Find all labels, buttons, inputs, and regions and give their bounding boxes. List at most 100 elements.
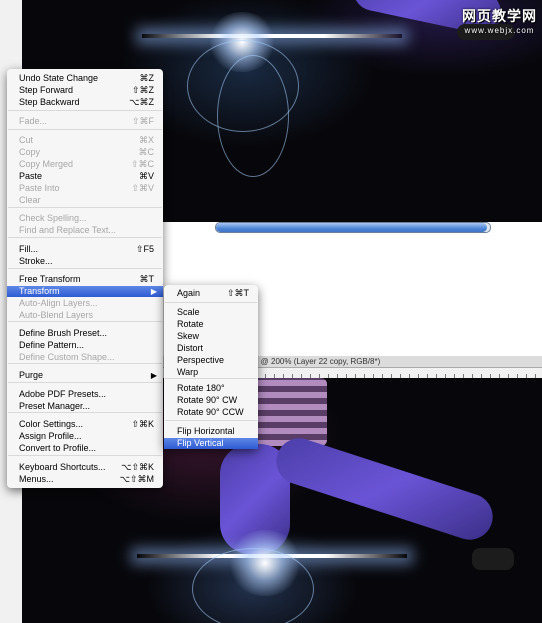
document-title: d @ 200% (Layer 22 copy, RGB/8*) <box>254 357 381 366</box>
menu-item-shortcut: ⇧⌘Z <box>131 85 154 95</box>
progress-bar <box>215 222 491 233</box>
menu-item-label: Define Pattern... <box>19 340 85 350</box>
menu-item-convert-to-profile[interactable]: Convert to Profile... <box>7 443 163 454</box>
menu-item-label: Adobe PDF Presets... <box>19 389 107 399</box>
menu-item-again[interactable]: Again ⇧⌘T <box>164 288 258 299</box>
menu-item-keyboard-shortcuts[interactable]: Keyboard Shortcuts... ⌥⇧⌘K <box>7 462 163 473</box>
menu-item-shortcut: ⇧F5 <box>135 244 154 254</box>
menu-item-label: Scale <box>177 307 200 317</box>
menu-item-fill[interactable]: Fill... ⇧F5 <box>7 244 163 255</box>
menu-item-label: Step Backward <box>19 97 80 107</box>
menu-separator <box>8 321 162 322</box>
menu-item-label: Define Brush Preset... <box>19 328 108 338</box>
menu-item-auto-blend-layers: Auto-Blend Layers <box>7 310 163 321</box>
figure-jeans-leg <box>270 432 499 546</box>
menu-item-rotate[interactable]: Rotate <box>164 319 258 330</box>
menu-item-label: Copy Merged <box>19 159 74 169</box>
menu-item-menus[interactable]: Menus... ⌥⇧⌘M <box>7 474 163 485</box>
light-arc <box>192 548 314 623</box>
menu-item-color-settings[interactable]: Color Settings... ⇧⌘K <box>7 419 163 430</box>
submenu-arrow-icon: ▶ <box>150 287 157 296</box>
menu-item-label: Skew <box>177 331 200 341</box>
menu-item-label: Auto-Align Layers... <box>19 298 98 308</box>
menu-item-undo-state-change[interactable]: Undo State Change ⌘Z <box>7 73 163 84</box>
menu-item-shortcut: ⌘T <box>139 274 155 284</box>
menu-item-fade: Fade... ⇧⌘F <box>7 116 163 127</box>
menu-item-flip-vertical[interactable]: Flip Vertical <box>164 438 258 449</box>
menu-item-find-and-replace-text: Find and Replace Text... <box>7 225 163 236</box>
menu-item-shortcut: ⌘V <box>138 171 154 181</box>
menu-item-shortcut: ⌘Z <box>139 73 155 83</box>
menu-separator <box>8 363 162 364</box>
light-arc <box>217 55 289 177</box>
menu-item-label: Menus... <box>19 474 54 484</box>
menu-item-label: Auto-Blend Layers <box>19 310 94 320</box>
menu-item-shortcut: ⌥⌘Z <box>129 97 154 107</box>
menu-item-label: Step Forward <box>19 85 74 95</box>
menu-item-free-transform[interactable]: Free Transform ⌘T <box>7 274 163 285</box>
menu-item-copy-merged: Copy Merged ⇧⌘C <box>7 159 163 170</box>
menu-item-preset-manager[interactable]: Preset Manager... <box>7 401 163 412</box>
menu-item-define-pattern[interactable]: Define Pattern... <box>7 340 163 351</box>
menu-item-label: Check Spelling... <box>19 213 87 223</box>
menu-item-shortcut: ⇧⌘T <box>226 288 249 298</box>
menu-item-step-forward[interactable]: Step Forward ⇧⌘Z <box>7 85 163 96</box>
menu-item-label: Undo State Change <box>19 73 99 83</box>
menu-item-assign-profile[interactable]: Assign Profile... <box>7 431 163 442</box>
menu-item-rotate-90-ccw[interactable]: Rotate 90° CCW <box>164 407 258 418</box>
edit-menu: Undo State Change ⌘Z Step Forward ⇧⌘Z Step B… <box>7 69 163 488</box>
menu-item-shortcut: ⌥⇧⌘M <box>119 474 154 484</box>
menu-item-label: Color Settings... <box>19 419 84 429</box>
menu-item-paste-into: Paste Into ⇧⌘V <box>7 183 163 194</box>
menu-item-label: Convert to Profile... <box>19 443 97 453</box>
menu-item-distort[interactable]: Distort <box>164 343 258 354</box>
menu-separator <box>8 268 162 269</box>
watermark: 网页教学网 www.webjx.com <box>462 6 537 35</box>
menu-separator <box>8 129 162 130</box>
menu-item-label: Assign Profile... <box>19 431 82 441</box>
menu-item-stroke[interactable]: Stroke... <box>7 256 163 267</box>
menu-item-label: Free Transform <box>19 274 81 284</box>
menu-item-scale[interactable]: Scale <box>164 307 258 318</box>
menu-item-label: Rotate 90° CCW <box>177 407 244 417</box>
watermark-title: 网页教学网 <box>462 8 537 24</box>
menu-item-transform[interactable]: Transform ▶ <box>7 286 163 297</box>
menu-separator <box>165 302 257 303</box>
menu-item-skew[interactable]: Skew <box>164 331 258 342</box>
menu-item-check-spelling: Check Spelling... <box>7 213 163 224</box>
menu-separator <box>8 455 162 456</box>
menu-separator <box>8 207 162 208</box>
menu-item-label: Clear <box>19 195 41 205</box>
menu-item-shortcut: ⌥⇧⌘K <box>121 462 154 472</box>
menu-item-rotate-180[interactable]: Rotate 180° <box>164 383 258 394</box>
menu-item-label: Again <box>177 288 201 298</box>
menu-item-adobe-pdf-presets[interactable]: Adobe PDF Presets... <box>7 389 163 400</box>
menu-item-define-brush-preset[interactable]: Define Brush Preset... <box>7 328 163 339</box>
transform-submenu: Again ⇧⌘T Scale Rotate Skew Distort Perspectiv… <box>164 285 258 449</box>
menu-item-label: Distort <box>177 343 204 353</box>
menu-item-label: Purge <box>19 370 44 380</box>
menu-item-label: Rotate <box>177 319 204 329</box>
menu-item-flip-horizontal[interactable]: Flip Horizontal <box>164 426 258 437</box>
menu-item-copy: Copy ⌘C <box>7 147 163 158</box>
menu-separator <box>8 412 162 413</box>
menu-item-purge[interactable]: Purge ▶ <box>7 370 163 381</box>
menu-item-label: Fill... <box>19 244 38 254</box>
submenu-arrow-icon: ▶ <box>150 371 157 380</box>
menu-item-label: Cut <box>19 135 34 145</box>
menu-item-rotate-90-cw[interactable]: Rotate 90° CW <box>164 395 258 406</box>
menu-item-perspective[interactable]: Perspective <box>164 355 258 366</box>
menu-item-warp[interactable]: Warp <box>164 367 258 378</box>
menu-item-paste[interactable]: Paste ⌘V <box>7 171 163 182</box>
menu-item-clear: Clear <box>7 195 163 206</box>
menu-separator <box>165 378 257 379</box>
menu-item-label: Define Custom Shape... <box>19 352 115 362</box>
menu-item-label: Transform <box>19 286 60 296</box>
menu-item-shortcut: ⇧⌘K <box>131 419 154 429</box>
menu-item-step-backward[interactable]: Step Backward ⌥⌘Z <box>7 97 163 108</box>
menu-item-label: Keyboard Shortcuts... <box>19 462 106 472</box>
menu-item-label: Find and Replace Text... <box>19 225 116 235</box>
menu-item-label: Rotate 180° <box>177 383 225 393</box>
menu-item-shortcut: ⌘X <box>138 135 154 145</box>
watermark-url: www.webjx.com <box>464 26 535 35</box>
